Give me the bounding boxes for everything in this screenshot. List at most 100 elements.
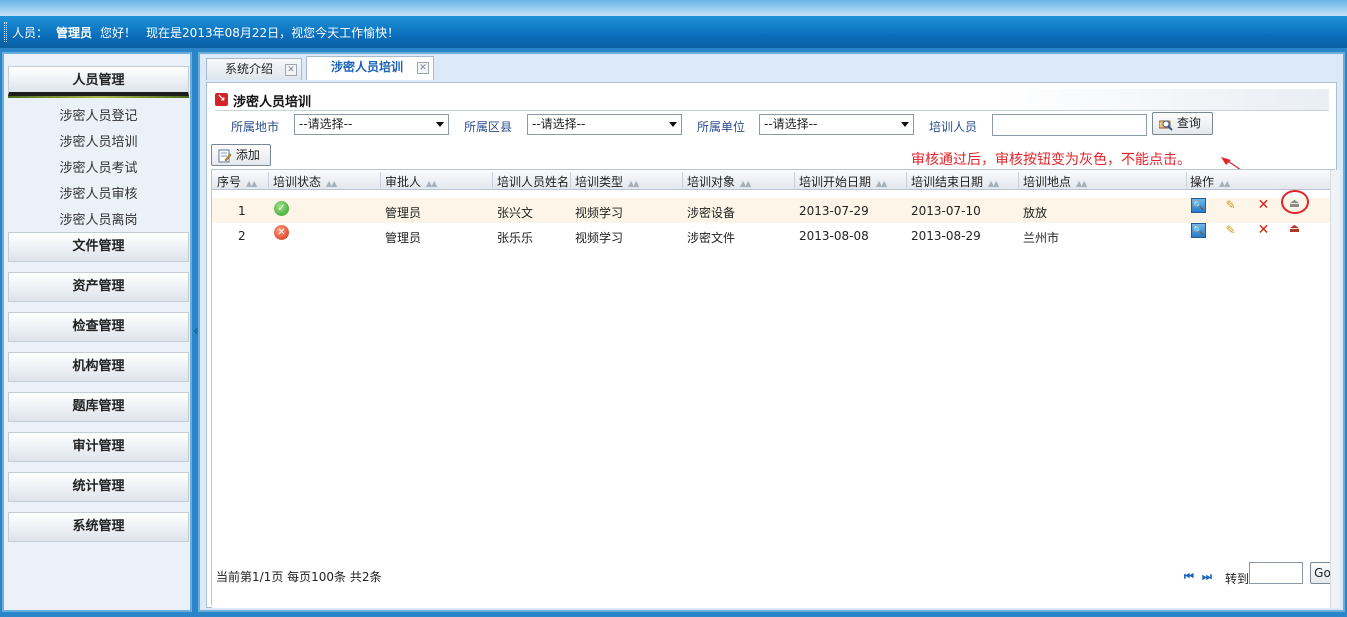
greeting: 您好！ [100,26,137,40]
sort-icon: ▲▲ [988,179,999,188]
col-approver[interactable]: 审批人 ▲▲ [385,173,437,190]
close-icon[interactable]: ✕ [285,64,297,76]
cell-start: 2013-08-08 [799,229,869,243]
sub-item-exam[interactable]: 涉密人员考试 [8,156,189,182]
delete-icon[interactable]: ✕ [1256,198,1271,213]
cell-end: 2013-07-10 [911,204,981,218]
first-page-icon[interactable]: ⏮ [1184,570,1194,584]
date-message: 现在是2013年08月22日，视您今天工作愉快！ [146,26,400,40]
goto-label: 转到 [1225,572,1250,586]
annotation-note: 审核通过后，审核按钮变为灰色，不能点击。 [911,152,1191,168]
city-select[interactable]: --请选择-- [294,114,449,135]
dropdown-arrow-icon [901,122,909,127]
unit-select[interactable]: --请选择-- [759,114,914,135]
trainee-input[interactable] [992,114,1147,136]
tab-system-intro[interactable]: 系统介绍 ✕ [206,58,302,80]
grid-header: 序号 ▲▲ 培训状态 ▲▲ 审批人 ▲▲ 培训人员姓名 培训类型 ▲▲ 培训对象 ▲▲ 培… [212,170,1330,190]
sidebar: 人员管理 涉密人员登记 涉密人员培训 涉密人员考试 涉密人员审核 涉密人员离岗 … [2,52,192,612]
cell-start: 2013-07-29 [799,204,869,218]
menu-question-bank[interactable]: 题库管理 [8,392,189,422]
close-icon[interactable]: ✕ [417,62,429,74]
cell-target: 涉密文件 [687,231,736,245]
menu-system[interactable]: 系统管理 [8,512,189,542]
sub-item-review[interactable]: 涉密人员审核 [8,182,189,208]
user-name: 管理员 [56,26,93,40]
sub-item-training[interactable]: 涉密人员培训 [8,130,189,156]
col-status[interactable]: 培训状态 ▲▲ [273,173,337,190]
district-select[interactable]: --请选择-- [527,114,682,135]
trainee-label: 培训人员 [929,120,978,134]
goto-page-input[interactable] [1249,562,1303,584]
app-header: 人员： 管理员 您好！ 现在是2013年08月22日，视您今天工作愉快！ [0,16,1347,48]
table-row[interactable]: 1 ✓ 管理员 张兴文 视频学习 涉密设备 2013-07-29 2013-07… [212,190,1330,223]
audit-stamp-icon[interactable]: ⏏ [1287,221,1302,236]
sort-icon: ▲▲ [740,179,751,188]
col-start-date[interactable]: 培训开始日期 ▲▲ [799,173,887,190]
dropdown-arrow-icon [669,122,677,127]
table-row[interactable]: 2 ✕ 管理员 张乐乐 视频学习 涉密文件 2013-08-08 2013-08… [212,221,1330,248]
menu-personnel[interactable]: 人员管理 [8,66,189,98]
menu-statistics[interactable]: 统计管理 [8,472,189,502]
sort-icon: ▲▲ [326,179,337,188]
cell-approver: 管理员 [385,206,422,220]
sub-item-leave[interactable]: 涉密人员离岗 [8,208,189,234]
cell-no: 2 [238,229,246,243]
menu-organization[interactable]: 机构管理 [8,352,189,382]
tab-label: 系统介绍 [225,62,274,76]
edit-icon[interactable]: ✎ [1223,198,1238,213]
add-button-label: 添加 [235,148,260,162]
col-location[interactable]: 培训地点 ▲▲ [1023,173,1087,190]
col-no[interactable]: 序号 ▲▲ [217,173,257,190]
sort-icon: ▲▲ [1219,179,1230,188]
sub-item-register[interactable]: 涉密人员登记 [8,104,189,130]
cell-location: 兰州市 [1023,231,1060,245]
cell-end: 2013-08-29 [911,229,981,243]
cell-type: 视频学习 [575,231,624,245]
view-icon[interactable]: 🔍 [1191,198,1206,213]
arrow-icon: ↘ [215,93,228,106]
col-target[interactable]: 培训对象 ▲▲ [687,173,751,190]
sort-icon: ▲▲ [246,179,257,188]
user-label: 人员： [12,26,49,40]
add-record-icon [218,149,232,163]
district-select-value: --请选择-- [532,117,586,131]
col-end-date[interactable]: 培训结束日期 ▲▲ [911,173,999,190]
cell-location: 放放 [1023,206,1048,220]
annotation-circle [1281,190,1309,214]
tab-label: 涉密人员培训 [331,60,404,74]
cell-name: 张兴文 [497,206,534,220]
query-button[interactable]: 查询 [1152,112,1213,135]
view-icon[interactable]: 🔍 [1191,223,1206,238]
menu-files[interactable]: 文件管理 [8,232,189,262]
sort-icon: ▲▲ [876,179,887,188]
content-panel: ↘ 涉密人员培训 所属地市 --请选择-- 所属区县 --请选择-- 所属单位 … [206,82,1340,608]
cell-approver: 管理员 [385,231,422,245]
city-label: 所属地市 [231,120,280,134]
header-grip [4,22,7,42]
tab-training[interactable]: 涉密人员培训 ✕ [306,56,434,80]
delete-icon[interactable]: ✕ [1256,223,1271,238]
cell-name: 张乐乐 [497,231,534,245]
pager: 当前第1/1页 每页100条 共2条 ⏮ ⏭ 转到 Go [212,554,1335,608]
cell-no: 1 [238,204,246,218]
menu-audit[interactable]: 审计管理 [8,432,189,462]
query-button-label: 查询 [1176,116,1201,130]
col-name[interactable]: 培训人员姓名 [497,173,569,190]
unit-label: 所属单位 [697,120,746,134]
last-page-icon[interactable]: ⏭ [1202,570,1212,584]
col-actions: 操作 ▲▲ [1190,175,1230,189]
approved-check-icon: ✓ [274,201,289,216]
add-button[interactable]: 添加 [211,144,271,166]
edit-icon[interactable]: ✎ [1223,223,1238,238]
personnel-submenu: 涉密人员登记 涉密人员培训 涉密人员考试 涉密人员审核 涉密人员离岗 [8,104,189,234]
col-type[interactable]: 培训类型 ▲▲ [575,173,639,190]
menu-assets[interactable]: 资产管理 [8,272,189,302]
unit-select-value: --请选择-- [764,117,818,131]
cell-target: 涉密设备 [687,206,736,220]
menu-inspection[interactable]: 检查管理 [8,312,189,342]
city-select-value: --请选择-- [299,117,353,131]
dropdown-arrow-icon [436,122,444,127]
section-title: 涉密人员培训 [233,95,312,110]
grid-scrollbar[interactable] [1330,170,1340,608]
page-info: 当前第1/1页 每页100条 共2条 [216,570,382,584]
